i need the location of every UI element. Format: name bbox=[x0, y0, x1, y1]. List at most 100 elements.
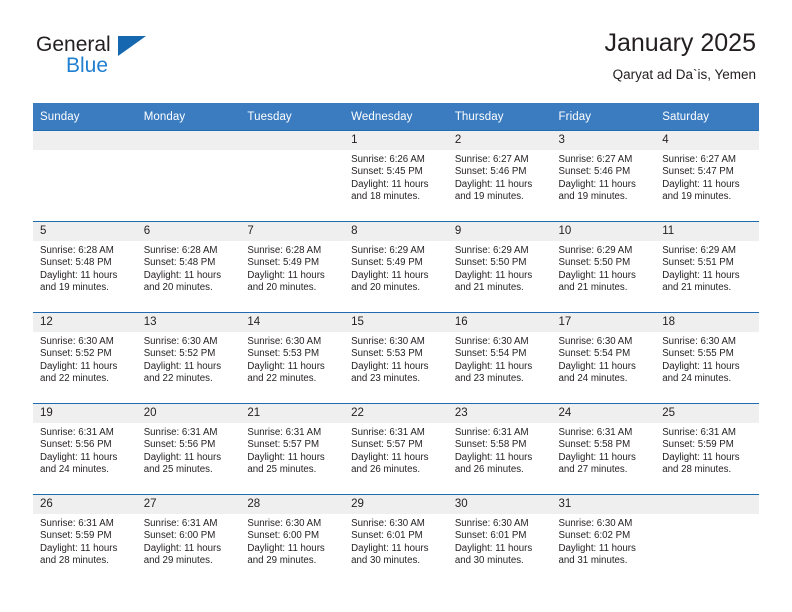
sunset-text: Sunset: 5:50 PM bbox=[558, 257, 631, 269]
sunrise-text: Sunrise: 6:31 AM bbox=[247, 427, 322, 438]
calendar-day-cell[interactable]: 3 Sunrise: 6:27 AM Sunset: 5:46 PM Daylight… bbox=[551, 130, 656, 222]
sunrise-text: Sunrise: 6:29 AM bbox=[558, 245, 633, 256]
calendar-day-cell[interactable]: 21 Sunrise: 6:31 AM Sunset: 5:57 PM Dayligh… bbox=[240, 403, 345, 495]
day-number: 16 bbox=[447, 313, 552, 332]
day-details: Sunrise: 6:31 AM Sunset: 5:58 PM Daylight:… bbox=[448, 423, 552, 477]
day-number: 18 bbox=[655, 313, 759, 332]
calendar-day-cell[interactable]: 22 Sunrise: 6:31 AM Sunset: 5:57 PM Dayligh… bbox=[344, 403, 448, 495]
sunrise-text: Sunrise: 6:28 AM bbox=[40, 245, 114, 256]
calendar-day-cell[interactable]: 18 Sunrise: 6:30 AM Sunset: 5:55 PM Dayligh… bbox=[655, 312, 759, 404]
calendar-day-cell[interactable]: 27 Sunrise: 6:31 AM Sunset: 6:00 PM Dayligh… bbox=[136, 494, 241, 585]
calendar-day-cell[interactable]: 9 Sunrise: 6:29 AM Sunset: 5:50 PM Daylight… bbox=[447, 221, 552, 313]
calendar-week-row: 12 Sunrise: 6:30 AM Sunset: 5:52 PM Dayligh… bbox=[33, 312, 759, 404]
sunset-text: Sunset: 5:46 PM bbox=[454, 166, 527, 178]
calendar-day-cell[interactable]: 6 Sunrise: 6:28 AM Sunset: 5:48 PM Daylight… bbox=[136, 221, 241, 313]
calendar-day-cell[interactable]: 28 Sunrise: 6:30 AM Sunset: 6:00 PM Dayligh… bbox=[240, 494, 345, 585]
page-title: January 2025 bbox=[604, 29, 756, 57]
daylight-text-line2: and 23 minutes. bbox=[454, 373, 524, 385]
calendar-day-cell[interactable]: 26 Sunrise: 6:31 AM Sunset: 5:59 PM Dayligh… bbox=[33, 494, 137, 585]
calendar-day-cell[interactable]: 14 Sunrise: 6:30 AM Sunset: 5:53 PM Dayligh… bbox=[240, 312, 345, 404]
day-number: 25 bbox=[655, 404, 759, 423]
daylight-text-line1: Daylight: 11 hours bbox=[247, 360, 325, 372]
calendar-day-cell[interactable]: 31 Sunrise: 6:30 AM Sunset: 6:02 PM Dayligh… bbox=[551, 494, 656, 585]
calendar-day-cell[interactable]: 17 Sunrise: 6:30 AM Sunset: 5:54 PM Dayligh… bbox=[551, 312, 656, 404]
day-number: 29 bbox=[344, 495, 448, 514]
calendar-day-cell[interactable]: 12 Sunrise: 6:30 AM Sunset: 5:52 PM Dayligh… bbox=[33, 312, 137, 404]
daylight-text-line2: and 23 minutes. bbox=[351, 373, 421, 385]
daylight-text-line2: and 19 minutes. bbox=[558, 191, 628, 203]
sunset-text: Sunset: 5:51 PM bbox=[662, 257, 734, 269]
sunset-text: Sunset: 5:49 PM bbox=[247, 257, 320, 269]
day-number: 2 bbox=[447, 131, 552, 150]
calendar-day-cell[interactable]: 10 Sunrise: 6:29 AM Sunset: 5:50 PM Dayligh… bbox=[551, 221, 656, 313]
weekday-header-saturday: Saturday bbox=[655, 103, 759, 131]
calendar-day-cell[interactable]: 11 Sunrise: 6:29 AM Sunset: 5:51 PM Dayligh… bbox=[655, 221, 759, 313]
calendar-day-cell[interactable]: 15 Sunrise: 6:30 AM Sunset: 5:53 PM Dayligh… bbox=[344, 312, 448, 404]
calendar-day-cell[interactable]: 23 Sunrise: 6:31 AM Sunset: 5:58 PM Dayligh… bbox=[447, 403, 552, 495]
daylight-text-line1: Daylight: 11 hours bbox=[454, 542, 533, 554]
sunset-text: Sunset: 6:01 PM bbox=[454, 530, 527, 542]
sunrise-text: Sunrise: 6:30 AM bbox=[351, 336, 425, 347]
sunrise-text: Sunrise: 6:27 AM bbox=[558, 154, 633, 165]
calendar-day-cell[interactable]: 13 Sunrise: 6:30 AM Sunset: 5:52 PM Dayligh… bbox=[136, 312, 241, 404]
calendar-day-cell[interactable]: 25 Sunrise: 6:31 AM Sunset: 5:59 PM Dayligh… bbox=[655, 403, 759, 495]
calendar-day-cell[interactable]: 19 Sunrise: 6:31 AM Sunset: 5:56 PM Dayligh… bbox=[33, 403, 137, 495]
calendar-day-cell[interactable]: 29 Sunrise: 6:30 AM Sunset: 6:01 PM Dayligh… bbox=[344, 494, 448, 585]
calendar-day-cell[interactable]: 7 Sunrise: 6:28 AM Sunset: 5:49 PM Daylight… bbox=[240, 221, 345, 313]
calendar-week-row: 1 Sunrise: 6:26 AM Sunset: 5:45 PM Daylight… bbox=[33, 130, 759, 222]
generalblue-logo[interactable]: General Blue bbox=[36, 33, 256, 85]
daylight-text-line2: and 29 minutes. bbox=[247, 555, 317, 567]
calendar-day-cell[interactable]: 2 Sunrise: 6:27 AM Sunset: 5:46 PM Daylight… bbox=[447, 130, 552, 222]
daylight-text-line1: Daylight: 11 hours bbox=[558, 451, 636, 463]
sunrise-text: Sunrise: 6:29 AM bbox=[351, 245, 425, 256]
sunset-text: Sunset: 5:55 PM bbox=[662, 348, 734, 360]
daylight-text-line2: and 18 minutes. bbox=[351, 191, 421, 203]
daylight-text-line1: Daylight: 11 hours bbox=[662, 360, 740, 372]
daylight-text-line2: and 24 minutes. bbox=[558, 373, 628, 385]
daylight-text-line1: Daylight: 11 hours bbox=[454, 451, 533, 463]
calendar-day-cell[interactable]: 24 Sunrise: 6:31 AM Sunset: 5:58 PM Dayligh… bbox=[551, 403, 656, 495]
day-number bbox=[655, 495, 759, 514]
daylight-text-line2: and 28 minutes. bbox=[40, 555, 109, 567]
sunset-text: Sunset: 6:02 PM bbox=[558, 530, 631, 542]
daylight-text-line1: Daylight: 11 hours bbox=[558, 178, 636, 190]
calendar-day-cell[interactable]: 20 Sunrise: 6:31 AM Sunset: 5:56 PM Dayligh… bbox=[136, 403, 241, 495]
day-number bbox=[136, 131, 241, 150]
sunrise-text: Sunrise: 6:31 AM bbox=[351, 427, 425, 438]
calendar-day-cell[interactable]: 30 Sunrise: 6:30 AM Sunset: 6:01 PM Dayligh… bbox=[447, 494, 552, 585]
sunset-text: Sunset: 5:52 PM bbox=[40, 348, 112, 360]
sunset-text: Sunset: 5:46 PM bbox=[558, 166, 631, 178]
calendar-day-cell[interactable]: 4 Sunrise: 6:27 AM Sunset: 5:47 PM Daylight… bbox=[655, 130, 759, 222]
sunset-text: Sunset: 5:50 PM bbox=[454, 257, 527, 269]
calendar-day-cell[interactable]: 1 Sunrise: 6:26 AM Sunset: 5:45 PM Daylight… bbox=[344, 130, 448, 222]
calendar-day-cell-empty bbox=[240, 130, 345, 222]
daylight-text-line2: and 25 minutes. bbox=[247, 464, 317, 476]
weekday-header-tuesday: Tuesday bbox=[240, 103, 345, 131]
sunrise-text: Sunrise: 6:31 AM bbox=[40, 427, 114, 438]
day-details: Sunrise: 6:26 AM Sunset: 5:45 PM Daylight:… bbox=[344, 150, 448, 204]
location-subtitle: Qaryat ad Da`is, Yemen bbox=[612, 67, 756, 82]
day-details: Sunrise: 6:27 AM Sunset: 5:46 PM Daylight:… bbox=[448, 150, 552, 204]
day-details: Sunrise: 6:30 AM Sunset: 5:55 PM Daylight:… bbox=[655, 332, 759, 386]
day-details: Sunrise: 6:31 AM Sunset: 5:57 PM Daylight:… bbox=[240, 423, 344, 477]
day-number: 17 bbox=[551, 313, 656, 332]
day-number: 10 bbox=[551, 222, 656, 241]
weekday-header-sunday: Sunday bbox=[33, 103, 137, 131]
calendar-day-cell[interactable]: 5 Sunrise: 6:28 AM Sunset: 5:48 PM Daylight… bbox=[33, 221, 137, 313]
daylight-text-line2: and 24 minutes. bbox=[662, 373, 732, 385]
sunset-text: Sunset: 5:47 PM bbox=[662, 166, 734, 178]
daylight-text-line1: Daylight: 11 hours bbox=[351, 360, 429, 372]
day-number: 20 bbox=[136, 404, 241, 423]
sunrise-text: Sunrise: 6:30 AM bbox=[454, 518, 529, 529]
calendar-body: 1 Sunrise: 6:26 AM Sunset: 5:45 PM Daylight… bbox=[33, 130, 759, 585]
daylight-text-line2: and 24 minutes. bbox=[40, 464, 109, 476]
daylight-text-line2: and 25 minutes. bbox=[143, 464, 213, 476]
day-number: 9 bbox=[447, 222, 552, 241]
calendar-day-cell[interactable]: 8 Sunrise: 6:29 AM Sunset: 5:49 PM Daylight… bbox=[344, 221, 448, 313]
calendar-day-cell[interactable]: 16 Sunrise: 6:30 AM Sunset: 5:54 PM Dayligh… bbox=[447, 312, 552, 404]
sunset-text: Sunset: 5:48 PM bbox=[40, 257, 112, 269]
sunset-text: Sunset: 5:57 PM bbox=[351, 439, 423, 451]
day-number: 31 bbox=[551, 495, 656, 514]
daylight-text-line1: Daylight: 11 hours bbox=[454, 269, 533, 281]
day-number: 24 bbox=[551, 404, 656, 423]
